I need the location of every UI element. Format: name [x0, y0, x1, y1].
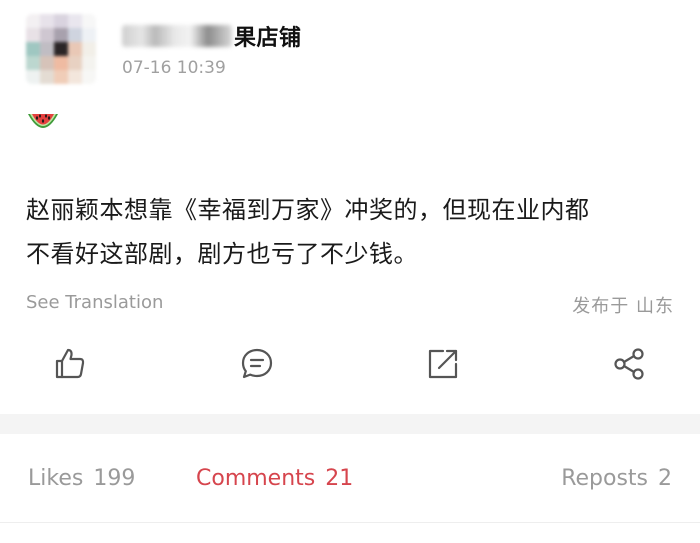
bottom-divider [0, 522, 700, 523]
tab-reposts-label: Reposts [561, 466, 648, 491]
engagement-tabs: Likes 199 Comments 21 Reposts 2 [0, 458, 700, 508]
tab-comments-count: 21 [325, 466, 354, 491]
tab-likes-count: 199 [93, 466, 136, 491]
thumbs-up-icon[interactable] [52, 346, 88, 382]
author-name-suffix: 果店铺 [234, 26, 302, 51]
author-name[interactable]: 果店铺 [122, 20, 302, 52]
blurred-username [122, 25, 232, 47]
post-text-line: 不看好这部剧，剧方也亏了不少钱。 [26, 240, 418, 268]
watermelon-icon [28, 114, 58, 128]
tab-comments-label: Comments [196, 466, 316, 491]
action-bar [0, 346, 700, 390]
tab-comments[interactable]: Comments 21 [196, 466, 353, 491]
repost-icon[interactable] [425, 346, 461, 382]
section-divider [0, 414, 700, 434]
tab-reposts-count: 2 [658, 466, 672, 491]
post-header: 果店铺 07-16 10:39 [26, 14, 676, 94]
post-text: 赵丽颖本想靠《幸福到万家》冲奖的，但现在业内都 不看好这部剧，剧方也亏了不少钱。 [26, 188, 676, 276]
avatar[interactable] [26, 14, 96, 84]
post-text-line: 赵丽颖本想靠《幸福到万家》冲奖的，但现在业内都 [26, 196, 590, 224]
tab-likes-label: Likes [28, 466, 84, 491]
post-timestamp: 07-16 10:39 [122, 58, 226, 78]
tab-reposts[interactable]: Reposts 2 [561, 466, 672, 491]
comment-icon[interactable] [239, 346, 275, 382]
post-location: 发布于 山东 [572, 296, 674, 317]
share-icon[interactable] [611, 346, 647, 382]
tab-likes[interactable]: Likes 199 [28, 466, 135, 491]
see-translation-link[interactable]: See Translation [26, 292, 163, 313]
